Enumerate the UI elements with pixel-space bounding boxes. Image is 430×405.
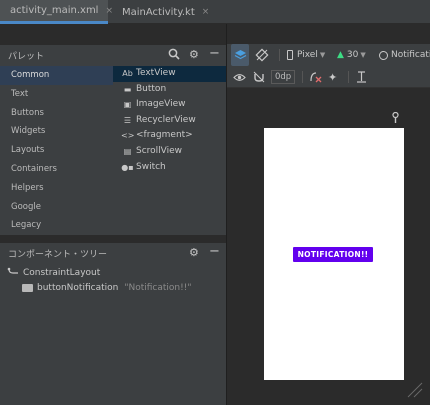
api-level-selector[interactable]: ▲ 30 ▼ — [337, 44, 366, 66]
default-margin-value: 0dp — [271, 70, 296, 84]
switch-icon: ●▪ — [121, 162, 134, 172]
tree-node-label: ConstraintLayout — [23, 267, 101, 278]
fragment-icon: <> — [121, 131, 135, 141]
tab-main-activity[interactable]: MainActivity.kt × — [112, 0, 212, 24]
close-icon[interactable]: × — [202, 7, 210, 17]
button-icon — [22, 284, 33, 292]
api-level-label: 30 — [346, 50, 359, 60]
tree-node-label: buttonNotification — [37, 283, 119, 293]
gear-icon[interactable]: ⚙ — [189, 48, 199, 61]
eye-icon[interactable] — [233, 66, 246, 88]
category-layouts[interactable]: Layouts — [0, 141, 113, 160]
recyclerview-icon: ☰ — [123, 115, 132, 125]
infer-constraints-icon[interactable]: ✦ — [328, 66, 337, 88]
android-icon: ▲ — [337, 50, 344, 60]
palette-item-recyclerview[interactable]: ☰ RecyclerView — [113, 113, 226, 129]
category-legacy[interactable]: Legacy — [0, 216, 113, 235]
layers-icon[interactable] — [231, 44, 249, 66]
resize-handle-icon[interactable] — [405, 380, 423, 398]
baseline-icon[interactable] — [356, 66, 367, 88]
tree-node-button-notification[interactable]: buttonNotification "Notification!!" — [22, 283, 191, 293]
toolbar-separator — [279, 49, 280, 61]
chevron-down-icon: ▼ — [360, 51, 366, 59]
notification-button-preview[interactable]: NOTIFICATION!! — [293, 247, 373, 262]
palette-item-label: ScrollView — [136, 145, 183, 156]
tree-node-text-hint: "Notification!!" — [124, 283, 192, 293]
toolbar-separator — [348, 71, 349, 83]
default-margin-field[interactable]: 0dp — [271, 66, 296, 88]
component-tree: ConstraintLayout buttonNotification "Not… — [0, 263, 226, 405]
device-label: Pixel — [297, 50, 318, 60]
palette-item-scrollview[interactable]: ▤ ScrollView — [113, 144, 226, 160]
minimize-icon[interactable]: − — [209, 46, 220, 61]
palette-categories: Common Text Buttons Widgets Layouts Cont… — [0, 66, 113, 235]
category-containers[interactable]: Containers — [0, 160, 113, 179]
clear-constraints-icon[interactable] — [309, 66, 322, 88]
magnet-off-icon[interactable] — [253, 66, 265, 88]
component-tree-title: コンポーネント・ツリー — [8, 250, 108, 260]
palette-item-switch[interactable]: ●▪ Switch — [113, 160, 226, 176]
tab-label: activity_main.xml — [10, 5, 99, 16]
gear-icon[interactable]: ⚙ — [189, 246, 199, 259]
constraint-toolbar: 0dp ✦ — [227, 66, 430, 88]
palette-item-label: RecyclerView — [136, 114, 196, 125]
palette-item-label: ImageView — [136, 99, 186, 110]
constraintlayout-icon — [7, 267, 18, 274]
tree-node-constraintlayout[interactable]: ConstraintLayout — [7, 267, 100, 278]
palette-item-fragment[interactable]: <> <fragment> — [113, 128, 226, 144]
palette-title: パレット — [8, 52, 45, 62]
pin-icon[interactable] — [391, 111, 400, 126]
minimize-icon[interactable]: − — [209, 244, 220, 259]
component-tree-header: コンポーネント・ツリー ⚙ − — [0, 243, 226, 263]
palette-item-label: <fragment> — [136, 130, 193, 141]
palette-item-label: Button — [136, 83, 167, 94]
tab-label: MainActivity.kt — [122, 6, 195, 18]
tab-activity-main[interactable]: activity_main.xml × — [0, 0, 113, 24]
chevron-down-icon: ▼ — [319, 51, 326, 59]
editor-tab-bar: activity_main.xml × MainActivity.kt × — [0, 0, 430, 24]
palette-item-textview[interactable]: Ab TextView — [113, 66, 226, 82]
category-buttons[interactable]: Buttons — [0, 104, 113, 123]
phone-icon — [287, 50, 293, 60]
toolbar-separator — [302, 71, 303, 83]
category-common[interactable]: Common — [0, 66, 113, 85]
scrollview-icon: ▤ — [123, 146, 132, 156]
theme-icon — [379, 50, 388, 60]
palette-item-imageview[interactable]: ▣ ImageView — [113, 97, 226, 113]
palette-header: パレット ⚙ − — [0, 45, 226, 65]
palette-item-label: TextView — [136, 68, 176, 78]
palette-item-label: Switch — [136, 161, 166, 172]
category-widgets[interactable]: Widgets — [0, 122, 113, 141]
theme-label: Notificati — [391, 50, 430, 60]
search-icon[interactable] — [168, 48, 180, 63]
category-google[interactable]: Google — [0, 198, 113, 217]
button-icon: ▬ — [123, 84, 132, 94]
textview-icon: Ab — [122, 69, 133, 78]
device-selector[interactable]: Pixel ▼ — [287, 44, 325, 66]
palette-items: Ab TextView ▬ Button ▣ ImageView ☰ Recyc… — [113, 66, 226, 175]
imageview-icon: ▣ — [123, 100, 132, 110]
theme-selector[interactable]: Notificati — [379, 44, 430, 66]
palette-item-button[interactable]: ▬ Button — [113, 82, 226, 98]
orientation-icon[interactable] — [255, 44, 269, 66]
category-text[interactable]: Text — [0, 85, 113, 104]
category-helpers[interactable]: Helpers — [0, 179, 113, 198]
design-toolbar: Pixel ▼ ▲ 30 ▼ Notificati — [227, 44, 430, 66]
